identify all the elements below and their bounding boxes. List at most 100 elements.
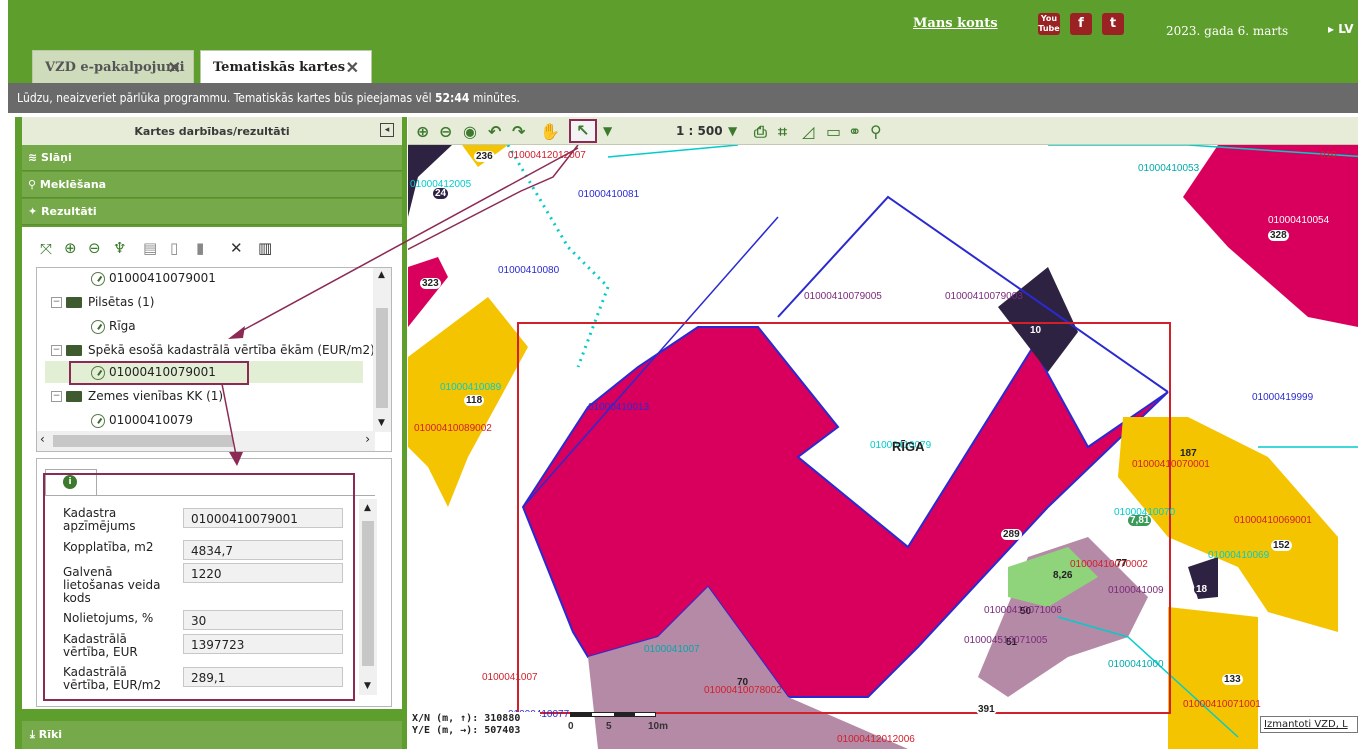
map-number: 10 bbox=[1030, 325, 1042, 336]
language-selector[interactable]: ▸ LV bbox=[1328, 22, 1353, 36]
identify-dropdown-icon[interactable]: ▼ bbox=[603, 124, 612, 138]
folder-icon bbox=[66, 345, 82, 356]
export-icon[interactable]: ▮ bbox=[196, 239, 204, 257]
map-number: 236 bbox=[474, 151, 495, 162]
document-icon[interactable]: ▯ bbox=[170, 239, 178, 257]
scroll-left-icon[interactable]: ‹ bbox=[40, 432, 45, 446]
scale-value: 1 : 500 bbox=[676, 124, 723, 138]
attribution-link[interactable]: Izmantoti VZD, L bbox=[1260, 716, 1358, 733]
cadastral-line bbox=[607, 144, 739, 158]
map-number: 289 bbox=[1001, 529, 1022, 540]
identify-icon[interactable]: ↖ bbox=[569, 119, 597, 143]
hscroll-thumb[interactable] bbox=[53, 435, 233, 447]
tree-leaf[interactable]: Rīga bbox=[91, 319, 136, 334]
tree-leaf-selected[interactable]: 01000410079001 bbox=[45, 361, 363, 383]
route-icon[interactable]: ⚲ bbox=[870, 122, 882, 141]
tree-folder[interactable]: − Zemes vienības KK (1) bbox=[51, 389, 223, 403]
map-label: 01000419999 bbox=[1252, 392, 1314, 403]
scroll-thumb[interactable] bbox=[376, 308, 388, 408]
map-label: 01000410089 bbox=[440, 382, 502, 393]
pan-hand-icon[interactable]: ✋ bbox=[540, 122, 560, 141]
map-number: 133 bbox=[1222, 674, 1243, 685]
full-extent-icon[interactable]: ◉ bbox=[463, 122, 477, 141]
city-label: RĪGA bbox=[892, 439, 925, 454]
section-rezultati[interactable]: ✦ Rezultāti bbox=[22, 199, 402, 225]
section-label: Slāņi bbox=[41, 151, 72, 164]
twitter-icon[interactable]: t bbox=[1102, 13, 1124, 35]
youtube-icon[interactable]: You Tube bbox=[1038, 13, 1060, 35]
tree-leaf[interactable]: 01000410079 bbox=[91, 413, 193, 428]
map-svg[interactable] bbox=[408, 117, 1358, 749]
scroll-down-icon[interactable]: ▼ bbox=[378, 418, 385, 428]
tree-hscrollbar[interactable]: ‹ › bbox=[37, 431, 375, 451]
map-label: 0100041009 bbox=[1108, 585, 1164, 596]
map-label: 01000412005 bbox=[410, 179, 472, 190]
tree-label: Zemes vienības KK (1) bbox=[88, 389, 224, 403]
coord-e: Y/E (m, →): 507403 bbox=[412, 725, 521, 736]
scroll-right-icon[interactable]: › bbox=[365, 432, 370, 446]
prop-value: 289,1 bbox=[183, 667, 343, 687]
scale-dropdown-icon[interactable]: ▼ bbox=[728, 124, 737, 138]
back-icon[interactable]: ↶ bbox=[488, 122, 501, 141]
search-icon: ⚲ bbox=[28, 178, 37, 191]
link-icon[interactable]: ⚭ bbox=[848, 122, 861, 141]
print-icon[interactable]: ⎙ bbox=[754, 122, 767, 142]
map-canvas[interactable]: 236 24 323 328 118 289 187 152 133 70 39… bbox=[408, 117, 1358, 749]
coord-n: X/N (m, ↑): 310880 bbox=[412, 713, 521, 724]
parcel-yellow-bottom bbox=[1168, 607, 1258, 749]
zoom-in-icon[interactable]: ⊕ bbox=[416, 122, 429, 141]
delete-icon[interactable]: ▥ bbox=[258, 239, 272, 257]
map-label: 01000410079005 bbox=[804, 291, 882, 302]
collapse-panel-icon[interactable]: ◂ bbox=[380, 123, 394, 137]
map-label: 01000410070002 bbox=[1070, 559, 1148, 570]
map-label: 01000410053 bbox=[1138, 163, 1200, 174]
collapse-icon[interactable]: − bbox=[51, 297, 62, 308]
measure-icon[interactable]: ⌗ bbox=[778, 122, 787, 142]
map-label: 01000412012007 bbox=[508, 150, 586, 161]
close-icon[interactable]: ✕ bbox=[346, 58, 359, 77]
info-tab-line bbox=[45, 495, 375, 496]
tab-vzd-e-pakalpojumi[interactable]: VZD e-pakalpojumi ✕ bbox=[32, 50, 194, 83]
notice-time: 52:44 bbox=[435, 91, 470, 105]
close-icon[interactable]: ✕ bbox=[168, 58, 181, 77]
prop-value: 1220 bbox=[183, 563, 343, 583]
result-icon bbox=[91, 319, 105, 334]
scroll-down-icon[interactable]: ▼ bbox=[364, 681, 371, 691]
comment-icon[interactable]: ▭ bbox=[826, 122, 841, 141]
folder-icon bbox=[66, 391, 82, 402]
forward-icon[interactable]: ↷ bbox=[512, 122, 525, 141]
tree-vscrollbar[interactable]: ▲ ▼ bbox=[373, 268, 391, 432]
result-icon bbox=[91, 413, 105, 428]
map-label: 01000410079003 bbox=[945, 291, 1023, 302]
scroll-up-icon[interactable]: ▲ bbox=[378, 270, 385, 280]
section-label: Meklēšana bbox=[39, 178, 107, 191]
zoom-out-icon[interactable]: ⊖ bbox=[439, 122, 452, 141]
area-icon[interactable]: ◿ bbox=[802, 122, 814, 141]
map-label: 01000410070 bbox=[1114, 507, 1176, 518]
collapse-icon[interactable]: − bbox=[51, 391, 62, 402]
zoom-in-icon[interactable]: ⊕ bbox=[64, 239, 77, 257]
tree-folder[interactable]: − Spēkā esošā kadastrālā vērtība ēkām (EU… bbox=[51, 343, 383, 357]
facebook-icon[interactable]: f bbox=[1070, 13, 1092, 35]
tab-tematiskas-kartes[interactable]: Tematiskās kartes ✕ bbox=[200, 50, 372, 83]
section-riki[interactable]: ⤓ Rīki bbox=[22, 721, 402, 749]
map-label: 0100041007 bbox=[482, 672, 538, 683]
account-link[interactable]: Mans konts bbox=[913, 16, 998, 31]
highlight-icon[interactable]: ♆ bbox=[113, 239, 126, 257]
results-tree: 01000410079001 − Pilsētas (1) Rīga − Spēkā… bbox=[36, 267, 392, 452]
scroll-up-icon[interactable]: ▲ bbox=[364, 503, 371, 513]
zoom-out-icon[interactable]: ⊖ bbox=[88, 239, 101, 257]
props-vscrollbar[interactable]: ▲ ▼ bbox=[359, 499, 377, 695]
map-label: 01000410054 bbox=[1268, 215, 1330, 226]
section-slani[interactable]: ≋ Slāņi bbox=[22, 145, 402, 171]
scroll-thumb[interactable] bbox=[362, 521, 374, 666]
clear-icon[interactable]: ✕ bbox=[230, 239, 243, 257]
info-tab[interactable]: i bbox=[45, 469, 97, 495]
tree-folder[interactable]: − Pilsētas (1) bbox=[51, 295, 154, 309]
section-meklesana[interactable]: ⚲ Meklēšana bbox=[22, 172, 402, 198]
print-icon[interactable]: ▤ bbox=[143, 239, 157, 257]
tree-leaf[interactable]: 01000410079001 bbox=[91, 271, 216, 286]
zoom-to-all-icon[interactable]: ⤧ bbox=[40, 240, 52, 258]
collapse-icon[interactable]: − bbox=[51, 345, 62, 356]
map-number: 118 bbox=[464, 395, 485, 406]
